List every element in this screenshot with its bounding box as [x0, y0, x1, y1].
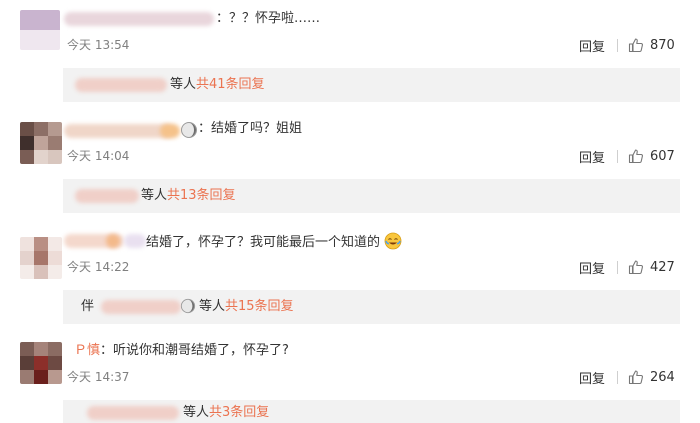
- username-blurred[interactable]: [64, 12, 214, 26]
- moon-emoji-icon: [181, 122, 197, 138]
- divider: [617, 370, 618, 384]
- thumbs-up-icon[interactable]: [628, 369, 644, 385]
- divider: [617, 38, 618, 52]
- username-blurred-accent: [124, 234, 146, 248]
- reply-user-blurred: [101, 300, 181, 314]
- comment-text-content: 结婚了，怀孕了？我可能最后一个知道的: [146, 235, 381, 250]
- reply-button[interactable]: 回复: [579, 368, 605, 387]
- avatar[interactable]: [20, 342, 62, 384]
- reply-count-link[interactable]: 共13条回复: [167, 188, 236, 203]
- reply-user-prefix[interactable]: 伴: [81, 298, 94, 316]
- comment-item: ：？？怀孕啦…… 今天 13:54 回复 870 等人共41条回复: [0, 0, 700, 110]
- reply-user-blurred: [87, 406, 179, 420]
- comment-text: ：听说你和潮哥结婚了，怀孕了?: [100, 343, 289, 358]
- reply-summary: 等人共41条回复: [170, 76, 265, 94]
- reply-summary-suffix: 等人: [141, 188, 168, 203]
- reply-button[interactable]: 回复: [579, 36, 605, 55]
- reply-summary-suffix: 等人: [170, 77, 197, 92]
- reply-summary-suffix: 等人: [199, 299, 226, 314]
- reply-count-link[interactable]: 共15条回复: [225, 299, 294, 314]
- comment-text: ：结婚了吗？姐姐: [198, 121, 303, 136]
- like-count: 264: [650, 369, 675, 385]
- comment-text: 结婚了，怀孕了？我可能最后一个知道的: [146, 232, 402, 252]
- reply-summary-suffix: 等人: [183, 405, 210, 420]
- crying-laughing-emoji-icon: [384, 232, 402, 250]
- reply-button[interactable]: 回复: [579, 258, 605, 277]
- thumbs-up-icon[interactable]: [628, 148, 644, 164]
- comment-actions: 回复 427: [579, 258, 680, 277]
- comment-time: 今天 13:54: [67, 38, 130, 52]
- thumbs-up-icon[interactable]: [628, 37, 644, 53]
- comment-item: Ｐ慎 ：听说你和潮哥结婚了，怀孕了? 今天 14:37 回复 264 等人共3条…: [0, 330, 700, 423]
- comment-actions: 回复 264: [579, 368, 680, 387]
- avatar[interactable]: [20, 237, 62, 279]
- moon-emoji-icon: [180, 298, 196, 314]
- reply-user-blurred: [75, 189, 139, 203]
- like-count: 870: [650, 37, 675, 53]
- reply-summary-bar[interactable]: 等人共13条回复: [63, 179, 680, 213]
- reply-summary-bar[interactable]: 等人共41条回复: [63, 68, 680, 102]
- reply-summary-bar[interactable]: 伴 等人共15条回复: [63, 290, 680, 324]
- comment-item: ：结婚了吗？姐姐 今天 14:04 回复 607 等人共13条回复: [0, 110, 700, 220]
- comment-time: 今天 14:04: [67, 149, 130, 163]
- reply-summary: 等人共13条回复: [141, 187, 236, 205]
- comment-actions: 回复 870: [579, 36, 680, 55]
- username-fragment[interactable]: Ｐ慎: [74, 342, 100, 360]
- comment-time: 今天 14:22: [67, 260, 130, 274]
- avatar[interactable]: [20, 10, 60, 50]
- reply-summary: 等人共3条回复: [183, 404, 269, 422]
- comment-item: 结婚了，怀孕了？我可能最后一个知道的 今天 14:22 回复 427 伴 等人共…: [0, 220, 700, 330]
- comment-actions: 回复 607: [579, 147, 680, 166]
- username-blurred-accent: [106, 234, 120, 248]
- avatar[interactable]: [20, 122, 62, 164]
- comment-text: ：？？怀孕啦……: [216, 11, 321, 26]
- reply-button[interactable]: 回复: [579, 147, 605, 166]
- reply-count-link[interactable]: 共41条回复: [196, 77, 265, 92]
- username-blurred[interactable]: [64, 124, 174, 138]
- thumbs-up-icon[interactable]: [628, 259, 644, 275]
- reply-summary: 等人共15条回复: [199, 298, 294, 316]
- reply-count-link[interactable]: 共3条回复: [209, 405, 269, 420]
- divider: [617, 149, 618, 163]
- reply-summary-bar[interactable]: 等人共3条回复: [63, 400, 680, 423]
- like-count: 427: [650, 259, 675, 275]
- like-count: 607: [650, 148, 675, 164]
- comment-time: 今天 14:37: [67, 370, 130, 384]
- divider: [617, 260, 618, 274]
- username-blurred-accent: [160, 124, 180, 138]
- reply-user-blurred: [75, 78, 167, 92]
